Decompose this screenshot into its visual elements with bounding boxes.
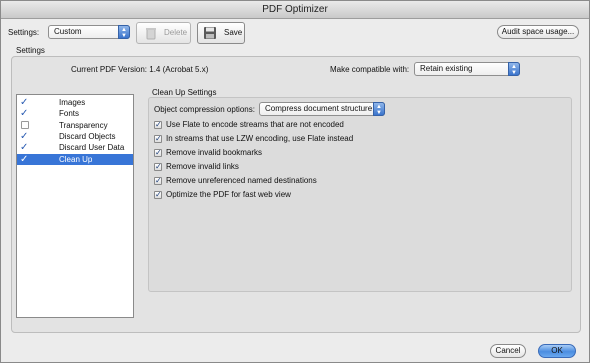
panel-item-label: Discard User Data bbox=[59, 143, 125, 153]
compatibility-select[interactable]: Retain existing ▲ ▼ bbox=[414, 62, 520, 76]
panel-item-label: Fonts bbox=[59, 109, 80, 119]
settings-group-title: Settings bbox=[16, 46, 45, 55]
checkmark-icon[interactable]: ✓ bbox=[20, 131, 28, 141]
panel-item-label: Images bbox=[59, 98, 86, 107]
settings-preset-select[interactable]: Custom ▲ ▼ bbox=[48, 25, 130, 39]
make-compatible-label: Make compatible with: bbox=[330, 65, 410, 74]
option-label: Remove invalid links bbox=[166, 162, 239, 171]
unchecked-box-icon[interactable] bbox=[21, 120, 29, 129]
object-compression-value: Compress document structure bbox=[265, 104, 373, 113]
object-compression-label: Object compression options: bbox=[154, 105, 255, 114]
compatibility-value: Retain existing bbox=[420, 64, 473, 73]
panel-item[interactable]: ✓ Discard User Data bbox=[17, 142, 133, 153]
panel-item[interactable]: ✓ Discard Objects bbox=[17, 131, 133, 142]
checkmark-icon[interactable]: ✓ bbox=[20, 109, 28, 119]
option-checkbox[interactable]: ✓ bbox=[154, 177, 162, 185]
floppy-disk-icon bbox=[203, 26, 217, 40]
option-label: Remove invalid bookmarks bbox=[166, 148, 263, 157]
current-pdf-version: Current PDF Version: 1.4 (Acrobat 5.x) bbox=[71, 65, 209, 74]
window-title: PDF Optimizer bbox=[1, 1, 589, 19]
panel-item[interactable]: ✓ Fonts bbox=[17, 108, 133, 119]
checkmark-icon[interactable]: ✓ bbox=[20, 143, 28, 153]
cancel-button[interactable]: Cancel bbox=[490, 344, 526, 358]
panel-item[interactable]: ✓ Clean Up bbox=[17, 153, 133, 165]
panel-item-label: Transparency bbox=[59, 120, 108, 130]
delete-button[interactable]: Delete bbox=[136, 22, 191, 44]
trash-icon bbox=[144, 26, 158, 40]
checkmark-icon[interactable]: ✓ bbox=[20, 98, 28, 108]
panel-item[interactable]: ✓ Images bbox=[17, 97, 133, 108]
option-checkbox[interactable]: ✓ bbox=[154, 121, 162, 129]
option-label: Remove unreferenced named destinations bbox=[166, 176, 317, 185]
panel-item-label: Discard Objects bbox=[59, 131, 116, 141]
settings-label: Settings: bbox=[8, 28, 40, 37]
ok-button[interactable]: OK bbox=[538, 344, 576, 358]
panel-item-label: Clean Up bbox=[59, 154, 93, 164]
object-compression-select[interactable]: Compress document structure ▲ ▼ bbox=[259, 102, 385, 116]
cleanup-settings-title: Clean Up Settings bbox=[152, 88, 217, 97]
save-label: Save bbox=[224, 28, 243, 37]
option-checkbox[interactable]: ✓ bbox=[154, 135, 162, 143]
checkmark-icon[interactable]: ✓ bbox=[20, 154, 28, 164]
option-checkbox[interactable]: ✓ bbox=[154, 191, 162, 199]
option-label: Use Flate to encode streams that are not… bbox=[166, 120, 344, 129]
option-label: Optimize the PDF for fast web view bbox=[166, 190, 291, 199]
option-checkbox[interactable]: ✓ bbox=[154, 149, 162, 157]
chevron-updown-icon: ▲ ▼ bbox=[508, 62, 520, 76]
settings-preset-value: Custom bbox=[54, 27, 82, 36]
chevron-updown-icon: ▲ ▼ bbox=[373, 102, 385, 116]
optimizer-panel-list: ✓ Images ✓ Fonts Transparency ✓ Discard Object… bbox=[16, 94, 134, 318]
option-label: In streams that use LZW encoding, use Fl… bbox=[166, 134, 354, 143]
pdf-optimizer-window: PDF Optimizer Settings: Custom ▲ ▼ Delete… bbox=[0, 0, 590, 363]
panel-item[interactable]: Transparency bbox=[17, 120, 133, 131]
chevron-updown-icon: ▲ ▼ bbox=[118, 25, 130, 39]
audit-space-usage-button[interactable]: Audit space usage... bbox=[497, 25, 579, 39]
save-button[interactable]: Save bbox=[197, 22, 245, 44]
delete-label: Delete bbox=[164, 28, 188, 37]
option-checkbox[interactable]: ✓ bbox=[154, 163, 162, 171]
